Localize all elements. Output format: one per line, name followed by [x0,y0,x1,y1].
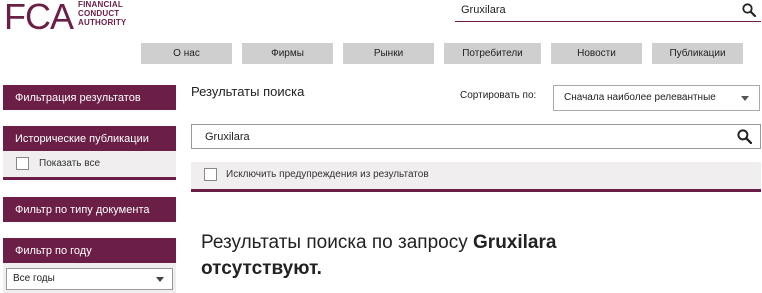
header-search [455,0,761,22]
exclude-warnings-label: Исключить предупреждения из результатов [226,169,429,180]
search-icon[interactable] [737,129,753,149]
page-title: Результаты поиска [191,84,305,99]
nav-item-news[interactable]: Новости [551,43,642,64]
search-icon[interactable] [742,3,757,22]
nav-item-publications[interactable]: Публикации [652,43,743,64]
document-type-filter-heading[interactable]: Фильтр по типу документа [3,197,176,222]
nav-item-firms[interactable]: Фирмы [242,43,333,64]
results-search-input[interactable] [205,131,705,143]
no-results-prefix: Результаты поиска по запросу [201,232,468,253]
logo-letters: FCA [4,0,74,37]
results-search [191,124,761,149]
main-nav: О нас Фирмы Рынки Потребители Новости Пу… [141,43,743,64]
sort-label: Сортировать по: [460,90,537,101]
exclude-warnings-row: Исключить предупреждения из результатов [191,162,761,192]
historical-publications-panel: Показать все [3,151,176,180]
no-results-message: Результаты поиска по запросу Gruxilara о… [201,230,741,282]
logo-line: AUTHORITY [78,18,127,27]
nav-item-about[interactable]: О нас [141,43,232,64]
no-results-suffix: отсутствуют. [201,258,322,279]
fca-logo[interactable]: FCA FINANCIAL CONDUCT AUTHORITY [4,0,126,40]
historical-publications-heading[interactable]: Исторические публикации [3,126,176,151]
year-select[interactable]: Все годы [6,268,173,290]
sort-select[interactable]: Сначала наиболее релевантные [553,85,760,111]
year-select-value: Все годы [13,273,55,284]
show-all-checkbox[interactable] [16,157,29,170]
exclude-warnings-checkbox[interactable] [204,168,217,181]
header-search-input[interactable] [461,4,731,16]
year-filter-heading[interactable]: Фильтр по году [3,238,176,263]
no-results-query: Gruxilara [473,232,557,253]
sort-select-value: Сначала наиболее релевантные [564,92,716,103]
nav-item-markets[interactable]: Рынки [343,43,434,64]
logo-line: CONDUCT [78,9,120,18]
chevron-down-icon [741,96,749,101]
logo-wordmark: FINANCIAL CONDUCT AUTHORITY [78,0,126,27]
logo-line: FINANCIAL [78,0,123,9]
filter-results-heading[interactable]: Фильтрация результатов [3,85,176,110]
show-all-label: Показать все [39,158,101,169]
nav-item-consumers[interactable]: Потребители [444,43,541,64]
chevron-down-icon [156,277,164,282]
